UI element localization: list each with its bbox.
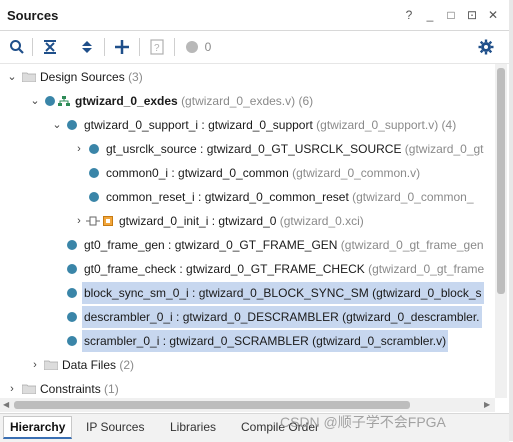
scroll-left-arrow[interactable]: ◀ (3, 398, 9, 412)
tree-row-scrambler[interactable]: scrambler_0_i : gtwizard_0_SCRAMBLER (gt… (0, 330, 495, 352)
ip-link-icon (86, 216, 100, 226)
tree-row-data-files[interactable]: › Data Files (2) (0, 354, 495, 376)
status-circle-icon (183, 38, 201, 56)
tree-row-gt0-frame-check[interactable]: gt0_frame_check : gtwizard_0_GT_FRAME_CH… (0, 258, 495, 280)
tree-label: gtwizard_0_exdes (gtwizard_0_exdes.v) (6… (75, 94, 314, 108)
panel-edge (509, 0, 513, 441)
chevron-down-icon[interactable]: ⌄ (51, 114, 63, 136)
tree-label: gtwizard_0_init_i : gtwizard_0 (gtwizard… (119, 214, 364, 228)
tree-label: gtwizard_0_support_i : gtwizard_0_suppor… (84, 118, 457, 132)
sources-tree: ⌄ Design Sources (3) ⌄ gtwizard_0_exdes … (0, 64, 495, 398)
restore-button[interactable]: □ (445, 8, 457, 22)
module-icon (67, 120, 77, 130)
minimize-button[interactable]: _ (424, 8, 436, 22)
svg-text:?: ? (154, 43, 160, 54)
tree-label: Data Files (2) (62, 358, 135, 372)
window-controls: ? _ □ ⊡ ✕ (403, 8, 499, 22)
chevron-right-icon[interactable]: › (29, 354, 41, 376)
collapse-all-icon[interactable] (41, 38, 59, 56)
tree-row-common0-i[interactable]: common0_i : gtwizard_0_common (gtwizard_… (0, 162, 495, 184)
gear-icon[interactable] (477, 38, 495, 56)
tree-row-init-i[interactable]: › gtwizard_0_init_i : gtwizard_0 (gtwiza… (0, 210, 495, 232)
tree-label: common0_i : gtwizard_0_common (gtwizard_… (106, 166, 421, 180)
chevron-right-icon[interactable]: › (73, 210, 85, 232)
module-icon (67, 288, 77, 298)
tree-row-support-i[interactable]: ⌄ gtwizard_0_support_i : gtwizard_0_supp… (0, 114, 495, 136)
module-icon (89, 168, 99, 178)
chevron-down-icon[interactable]: ⌄ (29, 90, 41, 112)
hierarchy-icon (58, 96, 70, 106)
tab-ip-sources[interactable]: IP Sources (86, 420, 144, 434)
tree-label: gt0_frame_check : gtwizard_0_GT_FRAME_CH… (84, 262, 485, 276)
tree-row-constraints[interactable]: › Constraints (1) (0, 378, 495, 398)
vertical-scroll-thumb[interactable] (497, 68, 505, 294)
module-icon (67, 264, 77, 274)
add-sources-icon[interactable] (113, 38, 131, 56)
watermark: CSDN @顺子学不会FPGA (280, 414, 446, 430)
tree-row-gt0-frame-gen[interactable]: gt0_frame_gen : gtwizard_0_GT_FRAME_GEN … (0, 234, 495, 256)
module-icon (67, 312, 77, 322)
chevron-right-icon[interactable]: › (6, 378, 18, 398)
module-icon (89, 192, 99, 202)
tree-label: descrambler_0_i : gtwizard_0_DESCRAMBLER… (82, 306, 482, 328)
tree-row-gtwizard-exdes[interactable]: ⌄ gtwizard_0_exdes (gtwizard_0_exdes.v) … (0, 90, 495, 112)
tree-label: scrambler_0_i : gtwizard_0_SCRAMBLER (gt… (82, 330, 449, 352)
panel-title: Sources (7, 8, 59, 23)
expand-all-icon[interactable] (78, 38, 96, 56)
sources-toolbar: ? 0 (0, 31, 509, 64)
ip-core-icon (103, 216, 113, 226)
tree-label: Design Sources (3) (40, 70, 143, 84)
tree-label: common_reset_i : gtwizard_0_common_reset… (106, 190, 474, 204)
tree-row-descrambler[interactable]: descrambler_0_i : gtwizard_0_DESCRAMBLER… (0, 306, 495, 328)
tree-label: gt_usrclk_source : gtwizard_0_GT_USRCLK_… (106, 142, 484, 156)
tree-label: gt0_frame_gen : gtwizard_0_GT_FRAME_GEN … (84, 238, 484, 252)
tab-hierarchy[interactable]: Hierarchy (3, 416, 73, 439)
module-icon (67, 240, 77, 250)
tab-libraries[interactable]: Libraries (170, 420, 216, 434)
folder-icon (22, 384, 36, 394)
tree-row-block-sync-sm[interactable]: block_sync_sm_0_i : gtwizard_0_BLOCK_SYN… (0, 282, 495, 304)
scroll-right-arrow[interactable]: ▶ (484, 398, 490, 412)
vertical-scrollbar[interactable] (495, 64, 507, 398)
help-button[interactable]: ? (403, 8, 415, 22)
panel-titlebar: Sources ? _ □ ⊡ ✕ (0, 0, 509, 31)
tree-row-design-sources[interactable]: ⌄ Design Sources (3) (0, 66, 495, 88)
horizontal-scroll-thumb[interactable] (14, 401, 410, 409)
tree-row-gt-usrclk-source[interactable]: › gt_usrclk_source : gtwizard_0_GT_USRCL… (0, 138, 495, 160)
tree-label: block_sync_sm_0_i : gtwizard_0_BLOCK_SYN… (82, 282, 484, 304)
folder-icon (44, 360, 58, 370)
properties-icon[interactable]: ? (148, 38, 166, 56)
folder-icon (22, 72, 36, 82)
chevron-right-icon[interactable]: › (73, 138, 85, 160)
module-icon (45, 96, 55, 106)
chevron-down-icon[interactable]: ⌄ (6, 66, 18, 88)
horizontal-scrollbar[interactable]: ◀ ▶ (0, 398, 495, 412)
module-icon (89, 144, 99, 154)
status-count: 0 (204, 40, 212, 54)
tree-row-common-reset-i[interactable]: common_reset_i : gtwizard_0_common_reset… (0, 186, 495, 208)
float-button[interactable]: ⊡ (466, 8, 478, 22)
tree-label: Constraints (1) (40, 382, 119, 396)
close-button[interactable]: ✕ (487, 8, 499, 22)
module-icon (67, 336, 77, 346)
search-icon[interactable] (8, 38, 26, 56)
